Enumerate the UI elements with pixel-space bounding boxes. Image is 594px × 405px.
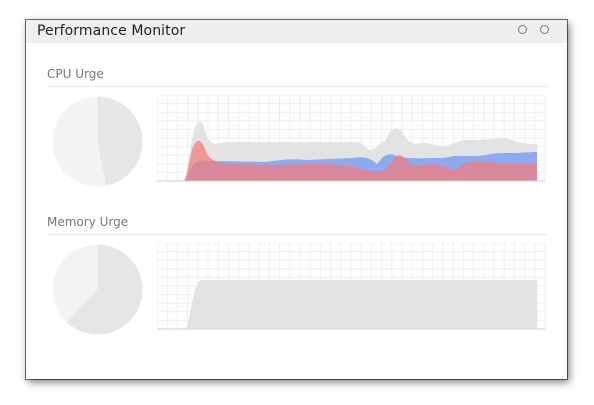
performance-monitor-window: Performance Monitor CPU Urge Memory Urge [26, 20, 567, 379]
memory-gray-area [157, 280, 537, 329]
minimize-icon[interactable] [518, 25, 527, 34]
cpu-usage-chart [157, 95, 546, 182]
cpu-usage-pie [52, 96, 143, 187]
window-title: Performance Monitor [37, 23, 186, 39]
cpu-pie-used-slice [97, 96, 143, 186]
close-icon[interactable] [540, 25, 549, 34]
memory-section-divider [47, 234, 547, 235]
memory-section-title: Memory Urge [47, 215, 129, 229]
cpu-section-title: CPU Urge [47, 67, 104, 81]
memory-usage-chart [157, 243, 546, 330]
cpu-section-divider [47, 86, 547, 87]
title-bar[interactable]: Performance Monitor [26, 20, 567, 43]
memory-usage-pie [52, 244, 143, 335]
